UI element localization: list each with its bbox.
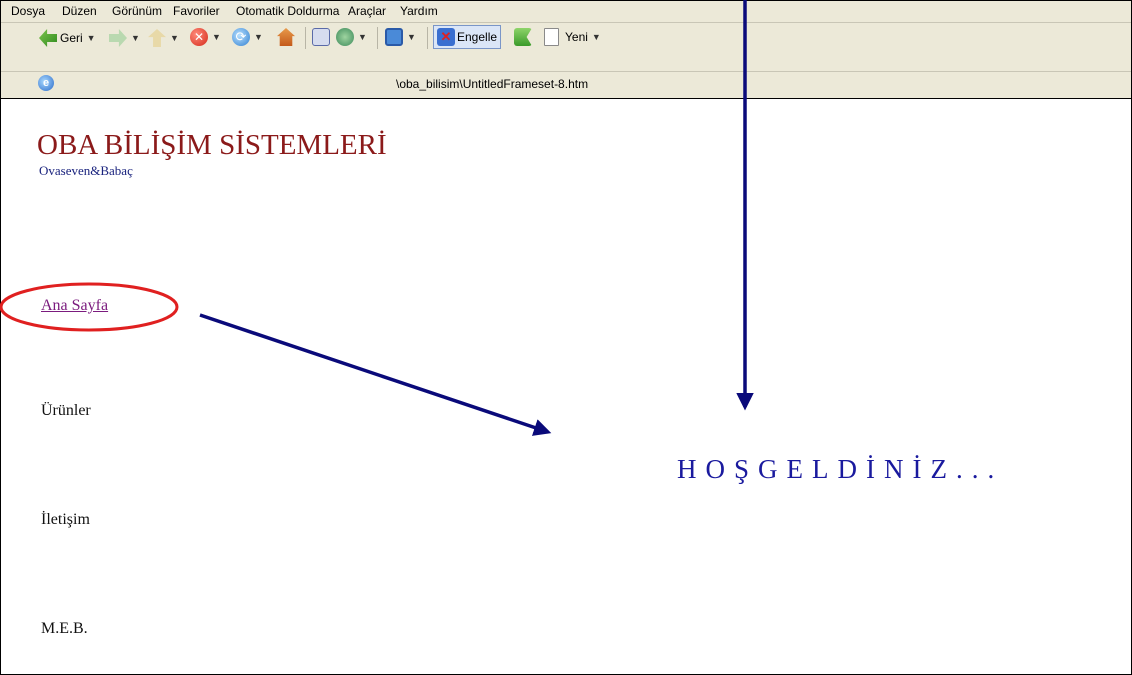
favorites-button[interactable] [312, 28, 330, 46]
block-button[interactable]: ✕ Engelle [433, 25, 502, 49]
back-arrow-icon [39, 29, 57, 47]
up-arrow-icon [148, 29, 166, 47]
welcome-heading: HOŞGELDİNİZ... [677, 454, 1004, 484]
new-label: Yeni [565, 30, 588, 44]
home-icon [277, 28, 295, 46]
address-path[interactable]: \oba_bilisim\UntitledFrameset-8.htm [396, 77, 588, 91]
new-button[interactable]: Yeni ▼ [544, 28, 601, 46]
menu-bar: Dosya Düzen Görünüm Favoriler Otomatik D… [1, 1, 1131, 23]
stop-dropdown-icon[interactable]: ▼ [212, 32, 221, 42]
menu-duzen[interactable]: Düzen [62, 4, 97, 18]
window-dropdown-icon[interactable]: ▼ [407, 32, 416, 42]
window-icon [385, 28, 403, 46]
back-dropdown-icon[interactable]: ▼ [87, 33, 96, 43]
history-button[interactable]: ▼ [336, 28, 367, 46]
toolbar-separator [377, 27, 378, 49]
popup-blocker-icon: ✕ [437, 28, 455, 46]
nav-link-ana-sayfa[interactable]: Ana Sayfa [41, 297, 108, 315]
history-icon [336, 28, 354, 46]
menu-gorunum[interactable]: Görünüm [112, 4, 162, 18]
site-title: OBA BİLİŞİM SİSTEMLERİ [37, 129, 387, 161]
up-dropdown-icon[interactable]: ▼ [170, 33, 179, 43]
nav-item-urunler[interactable]: Ürünler [41, 402, 91, 420]
favorites-icon [312, 28, 330, 46]
menu-otomatik-doldurma[interactable]: Otomatik Doldurma [236, 4, 339, 18]
forward-button[interactable]: ▼ [109, 29, 140, 47]
home-button[interactable] [277, 28, 295, 46]
block-label: Engelle [457, 30, 498, 44]
menu-yardim[interactable]: Yardım [400, 4, 438, 18]
refresh-icon: ⟳ [232, 28, 250, 46]
refresh-button[interactable]: ⟳ ▼ [232, 28, 263, 46]
refresh-dropdown-icon[interactable]: ▼ [254, 32, 263, 42]
stop-icon: ✕ [190, 28, 208, 46]
window-button[interactable]: ▼ [385, 28, 416, 46]
address-bar[interactable]: e \oba_bilisim\UntitledFrameset-8.htm [1, 72, 1131, 99]
forward-arrow-icon [109, 29, 127, 47]
menu-dosya[interactable]: Dosya [11, 4, 45, 18]
mark-button[interactable] [514, 28, 532, 46]
green-flag-icon [514, 28, 532, 46]
menu-araclar[interactable]: Araçlar [348, 4, 386, 18]
back-button[interactable]: Geri ▼ [39, 29, 96, 47]
new-dropdown-icon[interactable]: ▼ [592, 32, 601, 42]
new-page-icon [544, 28, 559, 46]
toolbar-separator [427, 27, 428, 49]
back-label: Geri [60, 31, 83, 45]
nav-item-iletisim[interactable]: İletişim [41, 511, 90, 529]
history-dropdown-icon[interactable]: ▼ [358, 32, 367, 42]
stop-button[interactable]: ✕ ▼ [190, 28, 221, 46]
up-button[interactable]: ▼ [148, 29, 179, 47]
site-subtitle: Ovaseven&Babaç [39, 163, 133, 178]
ie-page-icon: e [38, 75, 54, 91]
nav-item-meb[interactable]: M.E.B. [41, 620, 88, 638]
toolbar: Geri ▼ ▼ ▼ ✕ ▼ ⟳ ▼ ▼ ▼ ✕ Engelle Yeni ▼ [1, 23, 1131, 72]
toolbar-separator [305, 27, 306, 49]
forward-dropdown-icon[interactable]: ▼ [131, 33, 140, 43]
page-content [1, 100, 1131, 674]
menu-favoriler[interactable]: Favoriler [173, 4, 220, 18]
